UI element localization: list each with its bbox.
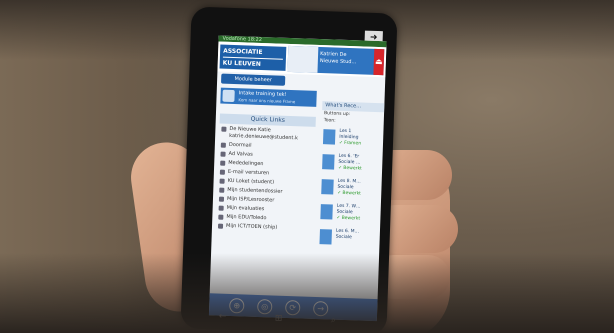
background-bottom bbox=[0, 253, 614, 333]
training-banner[interactable]: Intake training tek! Kom naar ons nieuwe… bbox=[220, 87, 317, 107]
link-icon bbox=[219, 178, 225, 184]
lesson-item[interactable]: Les 7. W… Sociale ✓ Bewerkt bbox=[318, 202, 381, 226]
link-icon bbox=[218, 196, 225, 202]
logout-icon[interactable]: ⏏ bbox=[373, 48, 385, 76]
lesson-item[interactable]: Les 8. M… Sociale ✓ Bewerkt bbox=[319, 177, 382, 201]
document-icon bbox=[321, 179, 334, 195]
right-column: What's Rece… Buttons up: Toon: Les 1 Inle… bbox=[317, 101, 385, 251]
toon-label: Toon: bbox=[323, 118, 336, 124]
quick-link[interactable]: Mijn ICT/TOEN (ship) bbox=[216, 222, 312, 232]
mail-icon bbox=[219, 169, 226, 175]
document-icon bbox=[319, 229, 332, 245]
banner-user-name: Katrien De Nieuwe Stud… bbox=[319, 51, 357, 66]
link-icon bbox=[218, 205, 224, 211]
link-icon bbox=[219, 187, 225, 193]
document-icon bbox=[320, 204, 333, 220]
banner-image bbox=[287, 45, 319, 73]
mail-icon bbox=[220, 142, 226, 148]
lesson-item[interactable]: Les 1 Inleiding ✓ Framen bbox=[321, 127, 384, 151]
link-icon bbox=[217, 223, 224, 229]
photo-scene: ➜ Vodafone 18:22 ASSOCIATIE KU LEUVEN Ka… bbox=[0, 0, 614, 333]
site-header: ASSOCIATIE KU LEUVEN Katrien De Nieuwe S… bbox=[217, 41, 387, 78]
header-banner: Katrien De Nieuwe Stud… ⏏ bbox=[287, 45, 385, 76]
lesson-item[interactable]: Les 6. M… Sociale bbox=[317, 227, 380, 251]
megaphone-icon bbox=[220, 151, 226, 157]
training-icon bbox=[222, 89, 235, 103]
module-manage-button[interactable]: Module beheer bbox=[221, 73, 286, 86]
document-icon bbox=[322, 129, 336, 145]
left-column: Intake training tek! Kom naar ons nieuwe… bbox=[216, 87, 317, 233]
user-icon bbox=[221, 126, 227, 132]
lesson-item[interactable]: Les 6. 'Er Sociale … ✓ Bewerkt bbox=[320, 152, 383, 176]
ku-leuven-logo[interactable]: ASSOCIATIE KU LEUVEN bbox=[219, 44, 287, 71]
document-icon bbox=[322, 154, 335, 170]
megaphone-icon bbox=[220, 160, 226, 166]
link-icon bbox=[218, 214, 224, 220]
quick-links-header: Quick Links bbox=[219, 113, 316, 127]
